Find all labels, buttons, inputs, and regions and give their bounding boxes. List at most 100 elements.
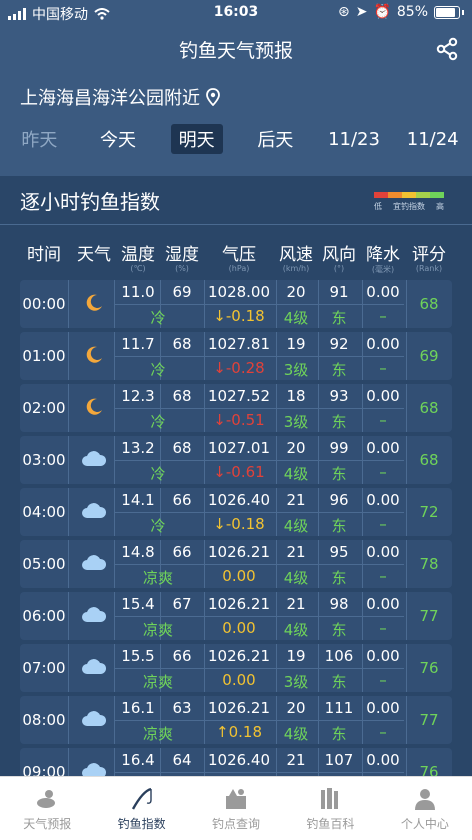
tab-tomorrow[interactable]: 明天 [157,118,236,160]
humidity-cell: 68 [172,335,192,353]
precipitation-cell: 0.00 [366,439,400,457]
precipitation-level: – [379,671,387,689]
time-cell: 04:00 [22,503,66,521]
precipitation-level: – [379,411,387,429]
hourly-index-panel: 逐小时钓鱼指数 低 宜钓指数 高 时间 天气 温度 (℃) 湿度 (%) 气压 (hPa) 风速… [0,176,472,776]
pressure-change: ↑0.18 [216,723,262,741]
wind-speed-cell: 21 [286,543,306,561]
table-row[interactable]: 04:00 14.1 66 1026.40 21 96 0.00 72 冷 ↓-0.18 4级 东 – [20,488,452,536]
books-icon [321,787,339,809]
bottom-tab-encyclopedia[interactable]: 钓鱼百科 [283,777,377,840]
precipitation-cell: 0.00 [366,335,400,353]
comfort-label: 冷 [150,517,166,535]
table-row[interactable]: 03:00 13.2 68 1027.01 20 99 0.00 68 冷 ↓-0.61 4级 东 – [20,436,452,484]
wind-level: 4级 [283,725,309,743]
time-cell: 07:00 [22,659,66,677]
humidity-cell: 67 [172,595,192,613]
precipitation-level: – [379,723,387,741]
pressure-change: ↓-0.28 [213,359,265,377]
temperature-cell: 13.2 [121,439,155,457]
column-header: 天气 [77,245,111,265]
score-cell: 72 [419,503,439,521]
precipitation-level: – [379,515,387,533]
location-name: 上海海昌海洋公园附近 [20,88,200,109]
wind-level: 4级 [283,569,309,587]
map-spot-icon [226,788,247,809]
tab-today[interactable]: 今天 [79,118,158,160]
wind-direction-cell: 96 [329,491,349,509]
wind-direction-name: 东 [331,309,347,327]
column-unit: (毫米) [371,265,395,274]
user-icon [414,788,435,810]
bottom-tab-fishing-index[interactable]: 钓鱼指数 [94,777,188,840]
precipitation-cell: 0.00 [366,595,400,613]
humidity-cell: 66 [172,543,192,561]
bottom-tab-spots[interactable]: 钓点查询 [189,777,283,840]
rotation-lock-icon: ⊛ [337,4,350,20]
wind-direction-name: 东 [331,517,347,535]
moon-icon [74,293,114,317]
time-cell: 09:00 [22,763,66,776]
table-row[interactable]: 02:00 12.3 68 1027.52 18 93 0.00 68 冷 ↓-0.51 3级 东 – [20,384,452,432]
table-row[interactable]: 09:00 16.4 64 1026.40 21 107 0.00 76 [20,748,452,776]
time-cell: 06:00 [22,607,66,625]
location-arrow-icon: ➤ [355,4,368,20]
column-header: 温度 [121,245,155,265]
table-row[interactable]: 06:00 15.4 67 1026.21 21 98 0.00 77 凉爽 0.00 4级 东 – [20,592,452,640]
page-title: 钓鱼天气预报 [178,40,293,62]
wind-direction-cell: 107 [324,751,354,769]
column-header: 风向 [322,245,356,265]
wind-speed-cell: 19 [286,335,306,353]
cloud-icon [74,657,114,679]
pressure-cell: 1026.21 [207,543,271,561]
precipitation-level: – [379,463,387,481]
table-row[interactable]: 01:00 11.7 68 1027.81 19 92 0.00 69 冷 ↓-0.28 3级 东 – [20,332,452,380]
bottom-tab-profile[interactable]: 个人中心 [378,777,472,840]
location-bar[interactable]: 上海海昌海洋公园附近 [20,84,220,110]
wind-level: 4级 [283,517,309,535]
score-cell: 69 [419,347,439,365]
legend-color-bar [374,192,444,198]
comfort-label: 凉爽 [142,725,173,743]
column-unit: (km/h) [282,264,310,273]
battery-percent: 85% [396,4,428,20]
precipitation-cell: 0.00 [366,647,400,665]
wind-level: 3级 [283,413,309,431]
legend-swatch [402,192,416,198]
alarm-icon: ⏰ [373,4,391,20]
comfort-label: 凉爽 [142,569,173,587]
tab-day-after-tomorrow[interactable]: 后天 [236,118,315,160]
wind-direction-name: 东 [331,621,347,639]
humidity-cell: 68 [172,439,192,457]
legend-mid: 宜钓指数 [393,202,425,211]
precipitation-cell: 0.00 [366,751,400,769]
weather-icon [37,789,56,808]
humidity-cell: 68 [172,387,192,405]
temperature-cell: 11.0 [121,283,155,301]
temperature-cell: 16.4 [121,751,155,769]
tab-date-1[interactable]: 11/23 [315,118,394,160]
bottom-tab-weather[interactable]: 天气预报 [0,777,94,840]
table-row[interactable]: 05:00 14.8 66 1026.21 21 95 0.00 78 凉爽 0.00 4级 东 – [20,540,452,588]
tab-date-2[interactable]: 11/24 [393,118,472,160]
wind-direction-cell: 92 [329,335,349,353]
cloud-icon [74,709,114,731]
precipitation-cell: 0.00 [366,491,400,509]
time-cell: 08:00 [22,711,66,729]
share-icon[interactable] [434,36,460,62]
battery-icon [434,5,460,19]
wind-speed-cell: 21 [286,595,306,613]
score-cell: 68 [419,295,439,313]
wind-direction-name: 东 [331,725,347,743]
cloud-icon [74,761,114,776]
status-bar: 中国移动 16:03 ⊛ ➤ ⏰ 85% [0,0,472,26]
bottom-tab-bar: 天气预报 钓鱼指数 钓点查询 钓鱼百科 个人中心 [0,776,472,840]
tab-yesterday[interactable]: 昨天 [0,118,79,160]
table-row[interactable]: 00:00 11.0 69 1028.00 20 91 0.00 68 冷 ↓-0.18 4级 东 – [20,280,452,328]
table-row[interactable]: 08:00 16.1 63 1026.21 20 111 0.00 77 凉爽 ↑0.18 4级 东 – [20,696,452,744]
wind-speed-cell: 21 [286,751,306,769]
time-cell: 03:00 [22,451,66,469]
precipitation-level: – [379,567,387,585]
pressure-change: 0.00 [222,619,256,637]
table-row[interactable]: 07:00 15.5 66 1026.21 19 106 0.00 76 凉爽 0.00 3级 东 – [20,644,452,692]
